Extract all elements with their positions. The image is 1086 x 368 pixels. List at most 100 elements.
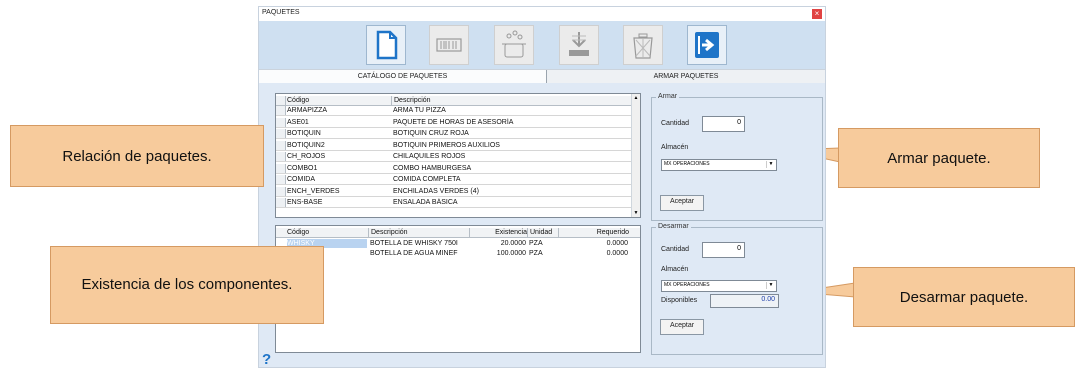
component-requerido-cell: 0.0000	[606, 240, 628, 247]
armar-aceptar-button[interactable]: Aceptar	[660, 195, 704, 211]
catalog-codigo-cell: BOTIQUIN2	[287, 141, 325, 149]
catalog-codigo-cell: ENS-BASE	[287, 199, 323, 206]
desarmar-cantidad-input[interactable]: 0	[702, 242, 745, 258]
trash-icon	[633, 33, 653, 59]
catalog-codigo-cell: ASE01	[287, 118, 309, 126]
catalog-row[interactable]: ARMAPIZZA ARMA TU PIZZA	[276, 106, 633, 116]
desarmar-almacen-select[interactable]: MX OPERACIONES ▼	[661, 280, 777, 292]
component-row[interactable]: WHISKY BOTELLA DE WHISKY 750I 20.0000 PZA 0.…	[276, 239, 640, 248]
catalog-codigo-cell: COMIDA	[287, 176, 315, 183]
catalog-row[interactable]: COMBO1 COMBO HAMBURGESA	[276, 163, 633, 174]
toolbar	[259, 21, 825, 69]
row-selector[interactable]	[276, 117, 286, 127]
row-selector[interactable]	[276, 106, 286, 115]
row-selector[interactable]	[276, 186, 286, 196]
desarmar-almacen-label: Almacén	[661, 266, 689, 273]
catalog-codigo-cell: CH_ROJOS	[287, 153, 326, 160]
desarmar-group-label: Desarmar	[656, 223, 691, 230]
armar-group: Armar Cantidad 0 Almacén MX OPERACIONES …	[651, 93, 823, 221]
catalog-codigo-cell: BOTIQUIN	[287, 130, 321, 137]
callout-armar: Armar paquete.	[838, 128, 1040, 188]
catalog-row[interactable]: BOTIQUIN2 BOTIQUIN PRIMEROS AUXILIOS	[276, 140, 633, 151]
catalog-row[interactable]: ASE01 PAQUETE DE HORAS DE ASESORÍA	[276, 117, 633, 128]
armar-cantidad-label: Cantidad	[661, 120, 690, 127]
component-descripcion-cell: BOTELLA DE WHISKY 750I	[370, 240, 458, 247]
row-selector[interactable]	[276, 198, 286, 207]
armar-cantidad-input[interactable]: 0	[702, 116, 745, 132]
armar-almacen-label: Almacén	[661, 144, 689, 151]
catalog-descripcion-cell: PAQUETE DE HORAS DE ASESORÍA	[393, 118, 514, 126]
pot-button[interactable]	[494, 25, 534, 65]
row-selector[interactable]	[276, 175, 286, 184]
catalog-grid[interactable]: Código Descripción ARMAPIZZA ARMA TU PIZZ…	[275, 93, 641, 218]
catalog-row[interactable]: ENCH_VERDES ENCHILADAS VERDES (4)	[276, 186, 633, 197]
close-button[interactable]: ×	[812, 9, 822, 19]
barcode-button[interactable]	[429, 25, 469, 65]
component-requerido-cell: 0.0000	[606, 250, 628, 257]
component-descripcion-cell: BOTELLA DE AGUA MINEF	[370, 250, 458, 257]
desarmar-aceptar-button[interactable]: Aceptar	[660, 319, 704, 335]
catalog-descripcion-cell: ENCHILADAS VERDES (4)	[393, 187, 479, 195]
tab-armar[interactable]: ARMAR PAQUETES	[547, 70, 825, 83]
col-descripcion-header[interactable]: Descripción	[391, 96, 634, 105]
catalog-descripcion-cell: ARMA TU PIZZA	[393, 107, 446, 114]
pot-icon	[502, 30, 526, 58]
tab-catalogo[interactable]: CATÁLOGO DE PAQUETES	[259, 70, 547, 83]
row-selector	[276, 96, 286, 105]
catalog-descripcion-cell: CHILAQUILES ROJOS	[393, 153, 466, 160]
catalog-row[interactable]: BOTIQUIN BOTIQUIN CRUZ ROJA	[276, 129, 633, 139]
chevron-down-icon[interactable]: ▼	[766, 161, 775, 168]
col-requerido-header[interactable]: Requerido	[558, 228, 629, 237]
window-title: PAQUETES	[262, 9, 300, 16]
row-selector[interactable]	[276, 129, 286, 138]
new-button[interactable]	[366, 25, 406, 65]
desarmar-cantidad-label: Cantidad	[661, 246, 690, 253]
catalog-row[interactable]: ENS-BASE ENSALADA BÁSICA	[276, 198, 633, 208]
row-selector[interactable]	[276, 163, 286, 173]
catalog-row[interactable]: COMIDA COMIDA COMPLETA	[276, 175, 633, 185]
armar-almacen-value: MX OPERACIONES	[664, 161, 710, 167]
catalog-codigo-cell: ARMAPIZZA	[287, 107, 328, 114]
paquetes-window: PAQUETES × CATÁLOGO DE PAQUETES ARMAR PA…	[258, 6, 826, 368]
row-selector[interactable]	[276, 140, 286, 150]
col-existencia-header[interactable]: Existencia	[469, 228, 527, 237]
title-bar: PAQUETES ×	[259, 7, 825, 21]
catalog-descripcion-cell: COMIDA COMPLETA	[393, 176, 461, 183]
components-grid[interactable]: Código Descripción Existencia Unidad Req…	[275, 225, 641, 353]
component-unidad-cell: PZA	[529, 240, 543, 247]
row-selector[interactable]	[276, 152, 286, 161]
col-codigo-header[interactable]: Código	[287, 96, 387, 105]
catalog-descripcion-cell: COMBO HAMBURGESA	[393, 164, 472, 172]
col-descripcion-header[interactable]: Descripción	[368, 228, 471, 237]
callout-desarmar: Desarmar paquete.	[853, 267, 1075, 327]
desarmar-group: Desarmar Cantidad 0 Almacén MX OPERACION…	[651, 223, 823, 355]
tab-bar: CATÁLOGO DE PAQUETES ARMAR PAQUETES	[259, 69, 825, 83]
component-existencia-cell: 100.0000	[496, 250, 526, 257]
callout-relacion: Relación de paquetes.	[10, 125, 264, 187]
disponibles-label: Disponibles	[661, 297, 698, 304]
catalog-header-row: Código Descripción	[276, 96, 633, 106]
catalog-descripcion-cell: ENSALADA BÁSICA	[393, 199, 458, 206]
col-unidad-header[interactable]: Unidad	[527, 228, 560, 237]
catalog-scrollbar[interactable]: ▲ ▼	[631, 94, 640, 217]
catalog-descripcion-cell: BOTIQUIN PRIMEROS AUXILIOS	[393, 141, 500, 149]
col-codigo-header[interactable]: Código	[287, 228, 367, 237]
chevron-down-icon[interactable]: ▼	[766, 282, 775, 289]
trash-button[interactable]	[623, 25, 663, 65]
exit-button[interactable]	[687, 25, 727, 65]
catalog-row[interactable]: CH_ROJOS CHILAQUILES ROJOS	[276, 152, 633, 162]
component-unidad-cell: PZA	[529, 250, 543, 257]
disponibles-field: 0.00	[710, 294, 779, 308]
component-existencia-cell: 20.0000	[500, 240, 526, 247]
catalog-codigo-cell: COMBO1	[287, 164, 318, 172]
help-icon[interactable]: ?	[262, 351, 271, 368]
barcode-icon	[436, 38, 462, 52]
component-row[interactable]: AGUAMBOTELLA DE AGUA MINEF100.0000PZA0.0…	[276, 249, 640, 258]
new-icon	[376, 30, 398, 60]
armar-group-label: Armar	[656, 93, 680, 100]
download-button[interactable]	[559, 25, 599, 65]
catalog-codigo-cell: ENCH_VERDES	[287, 187, 340, 195]
armar-almacen-select[interactable]: MX OPERACIONES ▼	[661, 159, 777, 171]
exit-icon	[695, 32, 719, 58]
catalog-descripcion-cell: BOTIQUIN CRUZ ROJA	[393, 130, 469, 137]
